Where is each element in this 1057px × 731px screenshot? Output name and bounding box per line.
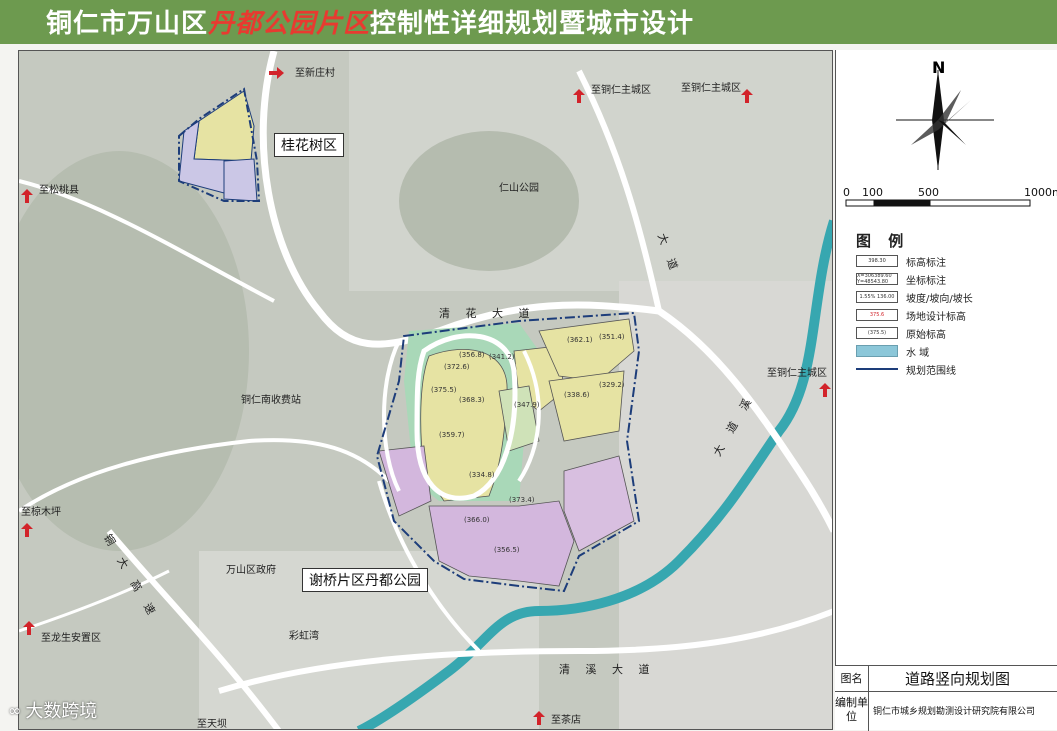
legend-title: 图 例 [856, 232, 910, 250]
page-title: 铜仁市万山区丹都公园片区控制性详细规划暨城市设计 [46, 3, 694, 40]
info-row-unit: 编制单位 铜仁市城乡规划勘测设计研究院有限公司 [835, 692, 1057, 731]
dest-tongren-2: 至铜仁主城区 [681, 83, 741, 94]
district-label-guihuashu[interactable]: 桂花树区 [274, 133, 344, 157]
info-row-drawing-name: 图名 道路竖向规划图 [835, 666, 1057, 692]
elevation-label: (366.0) [464, 516, 490, 524]
legend-symbol: 375.6 [856, 309, 898, 321]
dest-tianba: 至天坝 [197, 719, 227, 730]
title-bar: 铜仁市万山区丹都公园片区控制性详细规划暨城市设计 [0, 0, 1057, 44]
map-frame[interactable]: (372.6) (356.8) (341.2) (375.5) (368.3) … [18, 50, 833, 730]
legend-symbol: X=306389.60 Y=48543.80 [856, 273, 898, 285]
legend-label: 水 域 [906, 347, 930, 359]
watermark: ∞ 大数跨境 [8, 697, 97, 723]
elevation-label: (356.5) [494, 546, 520, 554]
scale-seg-1 [845, 199, 875, 207]
legend-symbol-water [856, 345, 898, 357]
legend-item: X=306389.60 Y=48543.80 坐标标注 [856, 271, 946, 287]
road-name-south: 清 溪 大 道 [559, 663, 656, 676]
place-renshan-park: 仁山公园 [499, 183, 539, 194]
legend-label: 规划范围线 [906, 365, 956, 377]
legend-item: (375.5) 原始标高 [856, 325, 946, 341]
elevation-label: (375.5) [431, 386, 457, 394]
legend-label: 原始标高 [906, 329, 946, 341]
place-toll-station: 铜仁南收费站 [241, 395, 301, 406]
elevation-label: (373.4) [509, 496, 535, 504]
place-caihong: 彩虹湾 [289, 631, 319, 642]
elevation-label: (329.2) [599, 381, 625, 389]
dest-songtao: 至松桃县 [39, 185, 79, 196]
dest-mumuping: 至椋木坪 [21, 507, 61, 518]
elevation-label: (338.6) [564, 391, 590, 399]
elevation-label: (351.4) [599, 333, 625, 341]
legend-item: 398.30 标高标注 [856, 253, 946, 269]
elevation-label: (362.1) [567, 336, 593, 344]
side-panel: N 0 100 500 1000m 图 例 398.30 标高标注 X=3063… [835, 50, 1057, 730]
info-drawing-name: 道路竖向规划图 [905, 670, 1011, 688]
north-label: N [932, 58, 946, 77]
scale-label: 500 [918, 186, 939, 199]
elevation-label: (359.7) [439, 431, 465, 439]
dest-xinzhuang: 至新庄村 [295, 68, 335, 79]
watermark-text: 大数跨境 [25, 701, 98, 722]
legend-label: 坐标标注 [906, 275, 946, 287]
dest-tongren-3: 至铜仁主城区 [767, 368, 827, 379]
elevation-label: (368.3) [459, 396, 485, 404]
elevation-label: (341.2) [489, 353, 515, 361]
scale-label: 1000m [1024, 186, 1057, 199]
legend-item: 水 域 [856, 343, 929, 359]
legend-item: 375.6 场地设计标高 [856, 307, 966, 323]
elevation-label: (334.8) [469, 471, 495, 479]
legend-label: 坡度/坡向/坡长 [906, 293, 973, 305]
legend-item: 1.55% 136.00 坡度/坡向/坡长 [856, 289, 973, 305]
info-unit: 铜仁市城乡规划勘测设计研究院有限公司 [873, 707, 1036, 717]
legend-label: 场地设计标高 [906, 311, 966, 323]
legend-label: 标高标注 [906, 257, 946, 269]
dest-tongren-1: 至铜仁主城区 [591, 85, 651, 96]
elevation-label: (347.9) [514, 401, 540, 409]
title-highlight: 丹都公园片区 [208, 9, 371, 39]
scale-seg-3 [929, 199, 1031, 207]
map-canvas [19, 51, 832, 729]
info-key: 图名 [835, 666, 869, 691]
title-prefix: 铜仁市万山区 [46, 9, 209, 39]
scale-label: 0 [843, 186, 850, 199]
watermark-logo-icon: ∞ [8, 700, 22, 720]
title-suffix: 控制性详细规划暨城市设计 [370, 9, 695, 39]
dest-chadian: 至茶店 [551, 715, 581, 726]
info-table: 图名 道路竖向规划图 编制单位 铜仁市城乡规划勘测设计研究院有限公司 [835, 665, 1057, 731]
info-key: 编制单位 [835, 692, 869, 731]
dest-longsheng: 至龙生安置区 [41, 633, 101, 644]
legend-symbol: 1.55% 136.00 [856, 291, 898, 303]
elevation-label: (356.8) [459, 351, 485, 359]
legend-item: 规划范围线 [856, 361, 956, 377]
road-name-north: 清 花 大 道 [439, 307, 536, 320]
scale-seg-2 [873, 199, 931, 207]
place-wanshan: 万山区政府 [226, 565, 276, 576]
district-label-xieqiao[interactable]: 谢桥片区丹都公园 [302, 568, 428, 592]
parcel-guihuashu-3 [223, 158, 258, 202]
legend-symbol: 398.30 [856, 255, 898, 267]
legend-symbol: (375.5) [856, 327, 898, 339]
scale-label: 100 [862, 186, 883, 199]
legend-symbol-boundary [856, 365, 898, 373]
elevation-label: (372.6) [444, 363, 470, 371]
